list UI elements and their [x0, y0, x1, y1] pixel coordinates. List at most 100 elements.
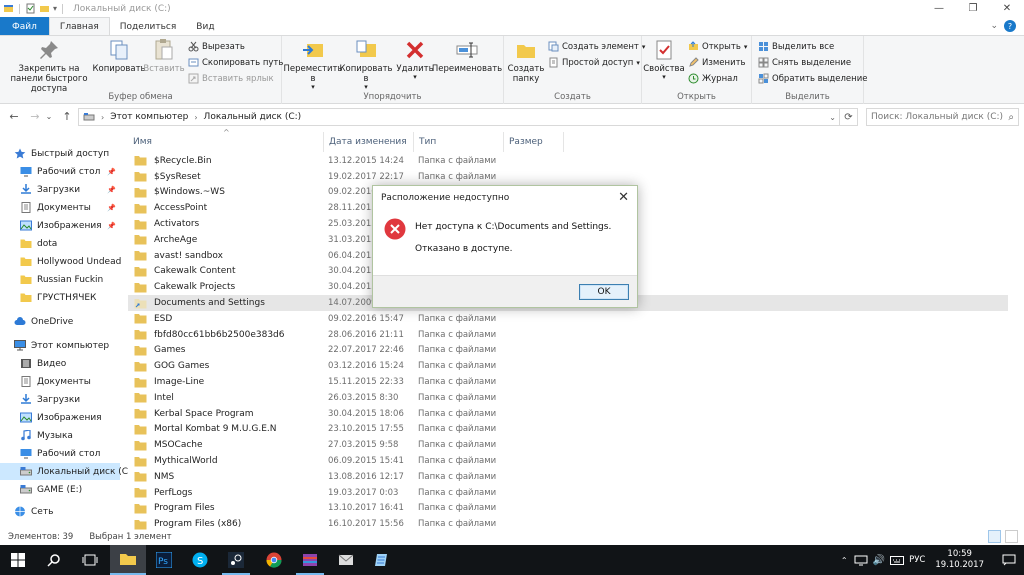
copy-to-button[interactable]: Копировать в ▾ [339, 38, 393, 91]
nav-item[interactable]: ГРУСТНЯЧЕК [0, 289, 120, 306]
file-row[interactable]: MythicalWorld 06.09.2015 15:41 Папка с фай… [128, 453, 1008, 469]
nav-item[interactable]: dota [0, 235, 120, 252]
open-button[interactable]: Открыть ▾ [688, 41, 747, 52]
explorer-app-icon[interactable] [3, 3, 14, 14]
file-row[interactable]: GOG Games 03.12.2016 15:24 Папка с файлами [128, 358, 1008, 374]
minimize-button[interactable]: — [922, 0, 956, 17]
search-input[interactable]: Поиск: Локальный диск (C:) ⌕ [866, 108, 1019, 126]
ok-button[interactable]: OK [579, 284, 629, 300]
refresh-button[interactable]: ⟳ [840, 108, 858, 126]
taskbar-skype[interactable]: S [182, 545, 218, 575]
taskbar-steam[interactable] [218, 545, 254, 575]
file-row[interactable]: Program Files 13.10.2017 16:41 Папка с фай… [128, 501, 1008, 517]
column-size[interactable]: Размер [504, 132, 564, 152]
nav-item[interactable]: GAME (E:) [0, 481, 120, 498]
dialog-close-icon[interactable]: ✕ [618, 190, 629, 205]
nav-item[interactable]: Загрузки 📌 [0, 181, 120, 198]
nav-item[interactable]: Рабочий стол [0, 445, 120, 462]
large-icons-view-icon[interactable] [1005, 530, 1018, 543]
tab-share[interactable]: Поделиться [110, 17, 187, 36]
file-row[interactable]: $SysReset 19.02.2017 22:17 Папка с файлами [128, 169, 1008, 185]
tab-view[interactable]: Вид [186, 17, 224, 36]
pin-icon[interactable]: 📌 [107, 222, 116, 230]
nav-item[interactable]: Изображения 📌 [0, 217, 120, 234]
copy-path-button[interactable]: Скопировать путь [188, 57, 283, 68]
breadcrumb-this-pc[interactable]: Этот компьютер [110, 112, 188, 122]
pin-icon[interactable]: 📌 [107, 186, 116, 194]
pin-icon[interactable]: 📌 [107, 204, 116, 212]
nav-item[interactable]: Сеть [0, 503, 120, 520]
pin-icon[interactable]: 📌 [107, 168, 116, 176]
nav-item[interactable]: Hollywood Undead [0, 253, 121, 270]
search-taskbar-button[interactable] [36, 545, 72, 575]
taskbar-photoshop[interactable]: Ps [146, 545, 182, 575]
nav-item[interactable]: Видео [0, 355, 120, 372]
clock[interactable]: 10:59 19.10.2017 [935, 549, 984, 571]
file-row[interactable]: PerfLogs 19.03.2017 0:03 Папка с файлами [128, 485, 1008, 501]
properties-quick-icon[interactable] [25, 3, 36, 14]
nav-item[interactable]: Локальный диск (C [0, 463, 128, 480]
nav-item[interactable]: Загрузки [0, 391, 120, 408]
recent-locations-icon[interactable]: ⌄ [45, 110, 53, 124]
tab-file[interactable]: Файл [0, 17, 49, 36]
nav-item[interactable]: OneDrive [0, 313, 120, 330]
column-type[interactable]: Тип [414, 132, 504, 152]
help-icon[interactable]: ? [1004, 20, 1016, 32]
select-none-button[interactable]: Снять выделение [758, 57, 851, 68]
nav-item[interactable]: Этот компьютер [0, 337, 120, 354]
new-item-button[interactable]: Создать элемент ▾ [548, 41, 645, 52]
nav-item[interactable]: Russian Fuckin [0, 271, 120, 288]
maximize-button[interactable]: ❐ [956, 0, 990, 17]
rename-button[interactable]: Переименовать [432, 38, 502, 74]
new-folder-quick-icon[interactable] [39, 3, 50, 14]
history-button[interactable]: Журнал [688, 73, 738, 84]
file-row[interactable]: MSOCache 27.03.2015 9:58 Папка с файлами [128, 437, 1008, 453]
nav-item[interactable]: Документы 📌 [0, 199, 120, 216]
file-row[interactable]: $Recycle.Bin 13.12.2015 14:24 Папка с файл… [128, 153, 1008, 169]
select-all-button[interactable]: Выделить все [758, 41, 834, 52]
up-arrow-icon[interactable]: ↑ [60, 110, 74, 124]
address-bar[interactable]: › Этот компьютер › Локальный диск (C:) ⌄ [78, 108, 840, 126]
column-date[interactable]: Дата изменения [324, 132, 414, 152]
taskbar-explorer[interactable] [110, 545, 146, 575]
quick-access-dropdown-icon[interactable]: ▾ [53, 4, 57, 13]
tab-home[interactable]: Главная [48, 17, 110, 36]
network-icon[interactable] [854, 555, 868, 566]
file-row[interactable]: ESD 09.02.2016 15:47 Папка с файлами [128, 311, 1008, 327]
nav-item[interactable]: Рабочий стол 📌 [0, 163, 120, 180]
taskbar-chrome[interactable] [256, 545, 292, 575]
paste-shortcut-button[interactable]: Вставить ярлык [188, 73, 274, 84]
properties-button[interactable]: Свойства ▾ [643, 38, 685, 81]
delete-button[interactable]: Удалить ▾ [396, 38, 434, 81]
file-row[interactable]: NMS 13.08.2016 12:17 Папка с файлами [128, 469, 1008, 485]
details-view-icon[interactable] [988, 530, 1001, 543]
language-indicator[interactable]: РУС [909, 555, 925, 565]
cut-button[interactable]: Вырезать [188, 41, 245, 52]
invert-selection-button[interactable]: Обратить выделение [758, 73, 867, 84]
taskbar-winrar[interactable] [292, 545, 328, 575]
task-view-button[interactable] [72, 545, 108, 575]
keyboard-icon[interactable] [890, 555, 905, 566]
new-folder-button[interactable]: Создать папку [507, 38, 545, 84]
nav-item[interactable]: Документы [0, 373, 120, 390]
file-row[interactable]: Games 22.07.2017 22:46 Папка с файлами [128, 343, 1008, 359]
nav-item[interactable]: Изображения [0, 409, 120, 426]
edit-button[interactable]: Изменить [688, 57, 746, 68]
taskbar-mail[interactable] [328, 545, 364, 575]
nav-item[interactable]: Быстрый доступ [0, 145, 120, 162]
pin-quick-access-button[interactable]: Закрепить на панели быстрого доступа [4, 38, 94, 94]
ribbon-collapse-icon[interactable]: ⌄ [990, 21, 998, 31]
tray-expand-icon[interactable]: ⌃ [841, 556, 848, 565]
column-name[interactable]: Имя [128, 132, 324, 152]
move-to-button[interactable]: Переместить в ▾ [284, 38, 343, 91]
forward-arrow-icon[interactable]: → [28, 110, 42, 124]
start-button[interactable] [0, 545, 36, 575]
file-row[interactable]: Kerbal Space Program 30.04.2015 18:06 Папк… [128, 406, 1008, 422]
nav-item[interactable]: Музыка [0, 427, 120, 444]
address-dropdown-icon[interactable]: ⌄ [829, 113, 836, 122]
file-row[interactable]: Image-Line 15.11.2015 22:33 Папка с файлам… [128, 374, 1008, 390]
volume-icon[interactable]: 🔊 [873, 555, 885, 566]
notifications-icon[interactable] [1002, 554, 1016, 566]
file-row[interactable]: fbfd80cc61bb6b2500e383d6 28.06.2016 21:11… [128, 327, 1008, 343]
easy-access-button[interactable]: Простой доступ ▾ [548, 57, 640, 68]
